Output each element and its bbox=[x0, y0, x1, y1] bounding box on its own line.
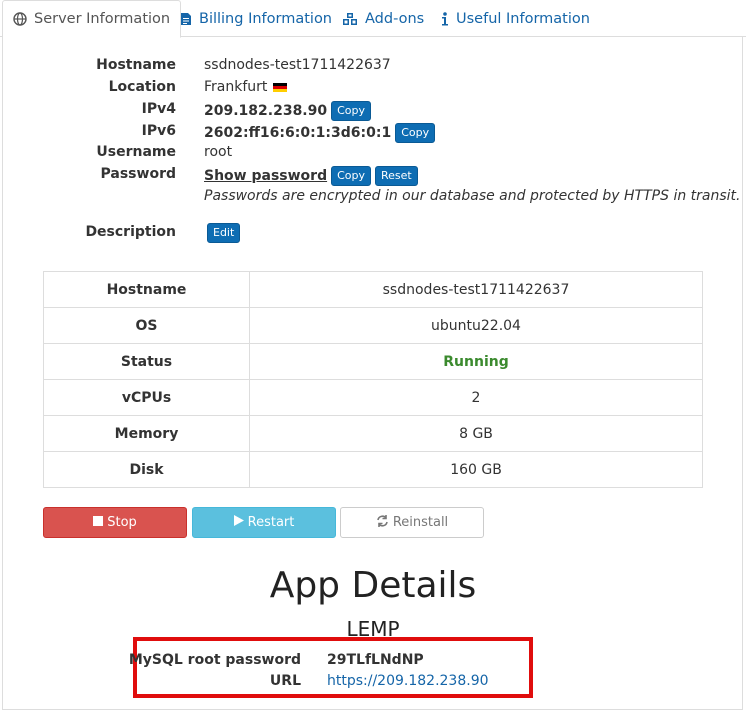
table-row: Disk 160 GB bbox=[43, 451, 703, 488]
copy-ipv6-button[interactable]: Copy bbox=[395, 123, 436, 143]
tab-billing-information[interactable]: Billing Information bbox=[180, 0, 332, 37]
stop-label: Stop bbox=[107, 515, 137, 530]
cubes-icon bbox=[342, 12, 358, 26]
tab-useful-information[interactable]: Useful Information bbox=[441, 0, 590, 37]
spec-value: 8 GB bbox=[249, 415, 703, 452]
url-label: URL bbox=[269, 673, 301, 689]
username-label: Username bbox=[96, 144, 176, 160]
play-icon bbox=[233, 515, 244, 530]
location-label: Location bbox=[108, 79, 176, 95]
mysql-password-label: MySQL root password bbox=[128, 652, 301, 668]
spec-value: ubuntu22.04 bbox=[249, 307, 703, 344]
table-row: vCPUs 2 bbox=[43, 379, 703, 416]
spec-value: ssdnodes-test1711422637 bbox=[249, 271, 703, 308]
username-text: root bbox=[204, 144, 233, 160]
stop-button[interactable]: Stop bbox=[43, 507, 187, 538]
info-icon bbox=[441, 11, 449, 26]
table-row: Memory 8 GB bbox=[43, 415, 703, 452]
document-icon bbox=[180, 12, 192, 26]
tab-add-ons[interactable]: Add-ons bbox=[342, 0, 424, 37]
mysql-password-value: 29TLfLNdNP bbox=[327, 652, 424, 668]
spec-key: Status bbox=[43, 343, 250, 380]
app-details-heading: App Details bbox=[269, 565, 477, 606]
tab-bar: Server Information Billing Information A… bbox=[0, 0, 746, 38]
germany-flag-icon bbox=[273, 82, 288, 92]
restart-button[interactable]: Restart bbox=[192, 507, 336, 538]
tab-label: Billing Information bbox=[199, 10, 332, 27]
ipv4-label: IPv4 bbox=[141, 101, 176, 117]
table-row: Hostname ssdnodes-test1711422637 bbox=[43, 271, 703, 308]
tab-label: Useful Information bbox=[456, 10, 590, 27]
spec-value: 2 bbox=[249, 379, 703, 416]
stop-icon bbox=[93, 515, 104, 530]
tab-server-information[interactable]: Server Information bbox=[2, 0, 182, 38]
spec-key: OS bbox=[43, 307, 250, 344]
server-spec-table: Hostname ssdnodes-test1711422637 OS ubuntu… bbox=[43, 271, 703, 488]
spec-key: vCPUs bbox=[43, 379, 250, 416]
app-url-link[interactable]: https://209.182.238.90 bbox=[327, 673, 489, 689]
password-note: Passwords are encrypted in our database … bbox=[204, 188, 741, 204]
ipv6-label: IPv6 bbox=[141, 123, 176, 139]
password-label: Password bbox=[100, 166, 176, 182]
copy-password-button[interactable]: Copy bbox=[331, 166, 371, 186]
copy-ipv4-button[interactable]: Copy bbox=[331, 101, 372, 121]
show-password-link[interactable]: Show password bbox=[204, 168, 327, 184]
globe-icon bbox=[13, 12, 27, 26]
hostname-label: Hostname bbox=[96, 57, 176, 73]
spec-key: Memory bbox=[43, 415, 250, 452]
ipv4-value: 209.182.238.90 Copy bbox=[204, 101, 372, 121]
spec-key: Disk bbox=[43, 451, 250, 488]
table-row: Status Running bbox=[43, 343, 703, 380]
restart-label: Restart bbox=[247, 515, 295, 530]
spec-value: 160 GB bbox=[249, 451, 703, 488]
table-row: OS ubuntu22.04 bbox=[43, 307, 703, 344]
location-text: Frankfurt bbox=[204, 79, 268, 95]
ipv6-value: 2602:ff16:6:0:1:3d6:0:1 Copy bbox=[204, 123, 436, 143]
hostname-value: ssdnodes-test1711422637 bbox=[204, 57, 391, 73]
reinstall-label: Reinstall bbox=[392, 515, 449, 530]
reset-password-button[interactable]: Reset bbox=[375, 166, 418, 186]
reinstall-button[interactable]: Reinstall bbox=[340, 507, 484, 538]
tab-label: Add-ons bbox=[365, 10, 425, 27]
username-value: root bbox=[204, 144, 232, 160]
password-value: Show password Copy Reset bbox=[204, 166, 418, 186]
tab-label: Server Information bbox=[34, 11, 171, 27]
location-value: Frankfurt bbox=[204, 79, 288, 95]
ipv4-text: 209.182.238.90 bbox=[204, 103, 328, 119]
spec-key: Hostname bbox=[43, 271, 250, 308]
ipv6-text: 2602:ff16:6:0:1:3d6:0:1 bbox=[204, 125, 392, 141]
description-label: Description bbox=[85, 224, 176, 240]
refresh-icon bbox=[376, 514, 389, 531]
status-value: Running bbox=[249, 343, 703, 380]
description-value: Edit bbox=[207, 223, 241, 243]
hostname-text: ssdnodes-test1711422637 bbox=[204, 57, 391, 73]
edit-description-button[interactable]: Edit bbox=[207, 223, 241, 243]
